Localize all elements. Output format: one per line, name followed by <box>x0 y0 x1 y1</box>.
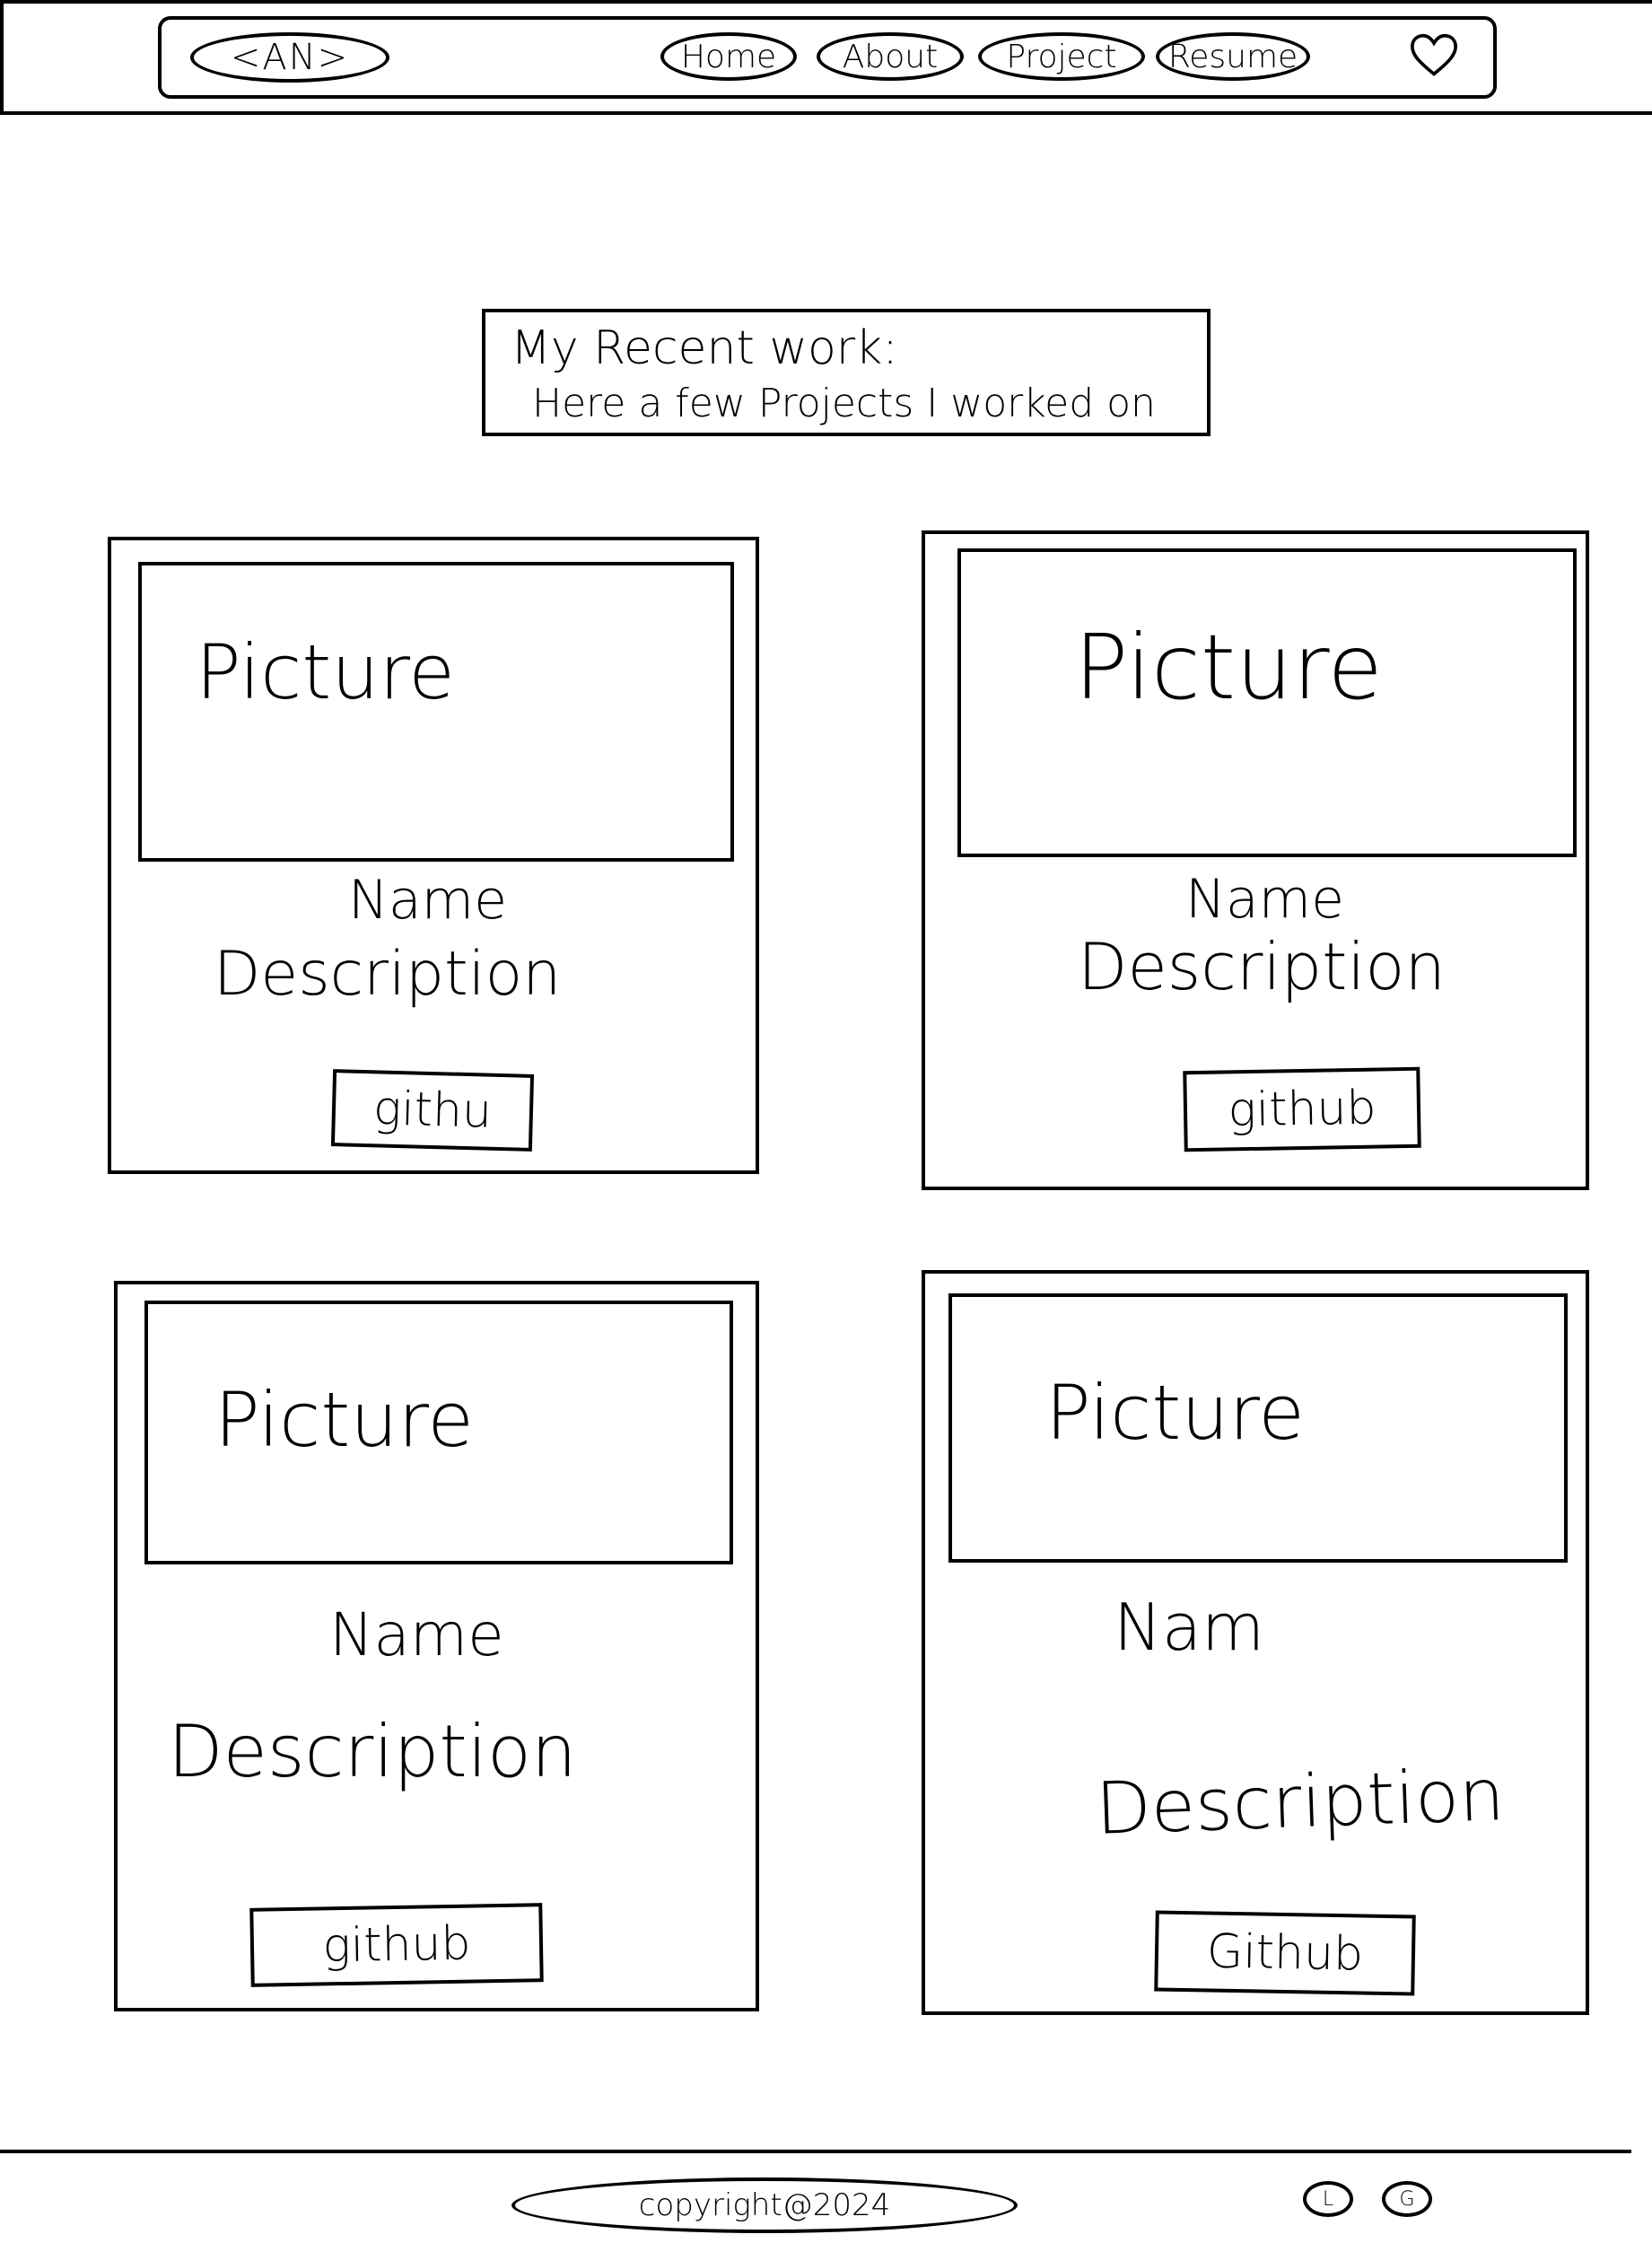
project-description: Description <box>214 939 562 1010</box>
project-name: Name <box>329 1600 504 1669</box>
footer-social-icon[interactable]: G <box>1382 2181 1432 2217</box>
footer-divider <box>0 2150 1631 2153</box>
logo-text: <AN> <box>230 37 350 78</box>
nav-about-link[interactable]: About <box>817 32 964 81</box>
footer-social-icon-label: L <box>1322 2187 1334 2211</box>
project-picture-label: Picture <box>1045 1369 1305 1457</box>
project-card: Picture Name Description github <box>114 1281 759 2011</box>
github-button-label: github <box>322 1916 471 1974</box>
logo[interactable]: <AN> <box>190 32 389 83</box>
project-description: Description <box>1078 929 1447 1004</box>
intro-box: My Recent work: Here a few Projects I wo… <box>482 309 1211 436</box>
footer-social-icon[interactable]: L <box>1303 2181 1353 2217</box>
project-picture: Picture <box>957 548 1577 857</box>
github-button-label: Github <box>1206 1924 1364 1982</box>
project-name: Name <box>1185 868 1345 931</box>
heart-icon[interactable] <box>1407 29 1461 83</box>
project-picture-label: Picture <box>214 1376 474 1464</box>
project-description: Description <box>1094 1753 1507 1851</box>
intro-heading: My Recent work: <box>511 321 898 375</box>
nav-project-link[interactable]: Project <box>978 32 1145 81</box>
github-button-label: github <box>1228 1081 1377 1138</box>
project-picture-label: Picture <box>1074 615 1383 720</box>
copyright-text: copyright@2024 <box>638 2187 891 2223</box>
project-description: Description <box>168 1710 577 1793</box>
nav-home-link[interactable]: Home <box>660 32 797 81</box>
project-name: Nam <box>1114 1590 1265 1665</box>
project-card: Picture Name Description githu <box>108 537 759 1174</box>
project-card: Picture Name Description github <box>922 530 1589 1190</box>
project-card: Picture Nam Description Github <box>922 1270 1589 2015</box>
project-picture: Picture <box>138 562 734 862</box>
nav-resume-label: Resume <box>1167 38 1298 75</box>
intro-text: Here a few Projects I worked on <box>532 381 1156 426</box>
project-name: Name <box>348 869 508 932</box>
github-button[interactable]: github <box>249 1903 544 1987</box>
footer-social-icon-label: G <box>1399 2187 1415 2211</box>
nav-project-label: Project <box>1006 38 1117 75</box>
github-button[interactable]: github <box>1183 1066 1421 1152</box>
copyright-badge: copyright@2024 <box>511 2177 1018 2233</box>
nav-home-label: Home <box>680 38 777 75</box>
github-button-label: githu <box>372 1082 493 1139</box>
heart-icon-shape <box>1410 33 1458 76</box>
project-picture: Picture <box>948 1293 1568 1563</box>
project-picture-label: Picture <box>196 628 455 716</box>
github-button[interactable]: Github <box>1154 1910 1416 1996</box>
project-picture: Picture <box>144 1301 733 1564</box>
github-button[interactable]: githu <box>330 1069 535 1152</box>
nav-about-label: About <box>842 38 939 75</box>
nav-resume-link[interactable]: Resume <box>1156 32 1310 81</box>
